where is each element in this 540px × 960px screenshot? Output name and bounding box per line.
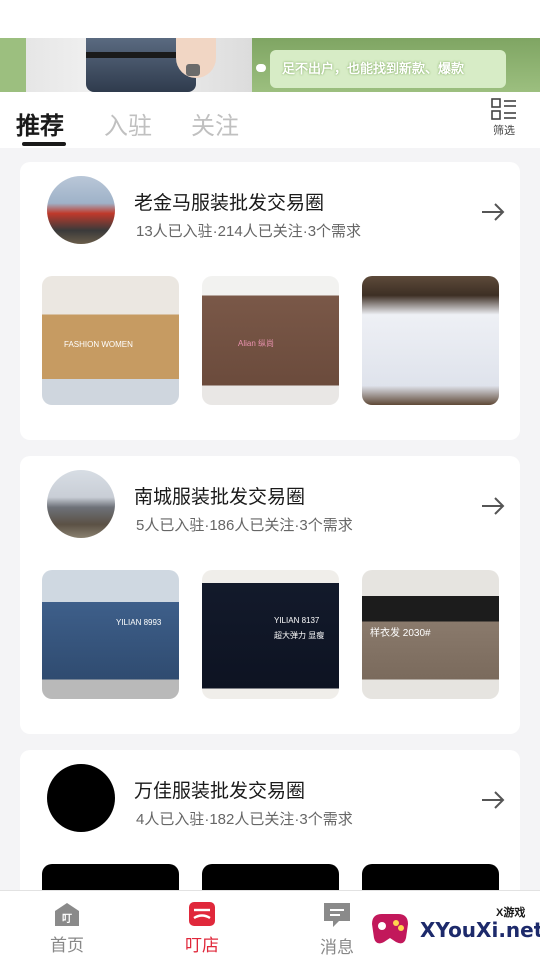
filter-icon — [491, 98, 516, 120]
circle-stats: 5人已入驻·186人已关注·3个需求 — [136, 517, 353, 534]
product-thumbnail[interactable]: Alian 纵尚 — [202, 276, 339, 405]
circle-card[interactable]: 南城服装批发交易圈 5人已入驻·186人已关注·3个需求 YILIAN 8993… — [20, 456, 520, 734]
circle-title: 万佳服装批发交易圈 — [134, 781, 306, 802]
thumbnail-caption: 样衣发 2030# — [370, 628, 431, 639]
arrow-right-icon[interactable] — [480, 788, 506, 812]
product-thumbnail[interactable]: YILIAN 8137 超大弹力 显瘦 — [202, 570, 339, 699]
banner-photo — [26, 38, 252, 92]
circle-stats: 4人已入驻·182人已关注·3个需求 — [136, 811, 353, 828]
tab-joined[interactable]: 入驻 — [104, 106, 152, 141]
banner-slogan: 足不出户，也能找到新款、爆款 — [282, 61, 465, 76]
product-thumbnail[interactable]: FASHION WOMEN — [42, 276, 179, 405]
tab-indicator — [22, 142, 66, 146]
circle-stats: 13人已入驻·214人已关注·3个需求 — [136, 223, 362, 240]
nav-shop-label: 叮店 — [185, 936, 219, 955]
circle-title: 南城服装批发交易圈 — [134, 487, 306, 508]
thumbnail-caption: YILIAN 8993 — [116, 618, 162, 627]
arrow-right-icon[interactable] — [480, 494, 506, 518]
top-tabs: 推荐 入驻 关注 筛选 — [0, 92, 540, 148]
product-thumbnail[interactable] — [362, 276, 499, 405]
product-thumbnail[interactable]: YILIAN 8993 — [42, 570, 179, 699]
thumbnail-caption: YILIAN 8137 — [274, 616, 320, 625]
arrow-right-icon[interactable] — [480, 200, 506, 224]
nav-home-label: 首页 — [50, 936, 84, 955]
product-thumbnail[interactable] — [42, 864, 179, 890]
banner-dot-icon — [256, 64, 266, 72]
shop-icon — [189, 902, 215, 926]
avatar — [47, 176, 115, 244]
product-thumbnail[interactable] — [202, 864, 339, 890]
gamepad-logo-icon — [372, 914, 408, 944]
circle-feed[interactable]: 老金马服装批发交易圈 13人已入驻·214人已关注·3个需求 FASHION W… — [0, 148, 540, 890]
nav-home[interactable]: 叮 首页 — [27, 901, 107, 956]
filter-label: 筛选 — [493, 125, 515, 137]
thumbnail-caption: FASHION WOMEN — [64, 340, 133, 349]
thumbnail-caption: Alian 纵尚 — [238, 339, 275, 348]
tab-recommend[interactable]: 推荐 — [16, 106, 64, 141]
product-thumbnail[interactable]: 样衣发 2030# — [362, 570, 499, 699]
watermark-brand: XYouXi.net — [420, 918, 540, 942]
nav-shop[interactable]: 叮店 — [162, 901, 242, 956]
promo-banner[interactable]: 足不出户，也能找到新款、爆款 — [0, 38, 540, 92]
watermark: X游戏 XYouXi.net — [368, 898, 540, 954]
svg-text:叮: 叮 — [62, 913, 72, 925]
nav-messages[interactable]: 消息 — [297, 901, 377, 958]
circle-card[interactable]: 万佳服装批发交易圈 4人已入驻·182人已关注·3个需求 — [20, 750, 520, 890]
thumbnail-caption: 超大弹力 显瘦 — [274, 631, 325, 640]
circle-title: 老金马服装批发交易圈 — [134, 193, 325, 214]
avatar — [47, 764, 115, 832]
home-icon: 叮 — [55, 903, 79, 926]
product-thumbnail[interactable] — [362, 864, 499, 890]
avatar — [47, 470, 115, 538]
status-bar — [0, 0, 540, 38]
nav-messages-label: 消息 — [320, 938, 354, 957]
message-icon — [324, 903, 350, 927]
filter-button[interactable]: 筛选 — [486, 98, 522, 144]
tab-following[interactable]: 关注 — [191, 106, 239, 141]
circle-card[interactable]: 老金马服装批发交易圈 13人已入驻·214人已关注·3个需求 FASHION W… — [20, 162, 520, 440]
